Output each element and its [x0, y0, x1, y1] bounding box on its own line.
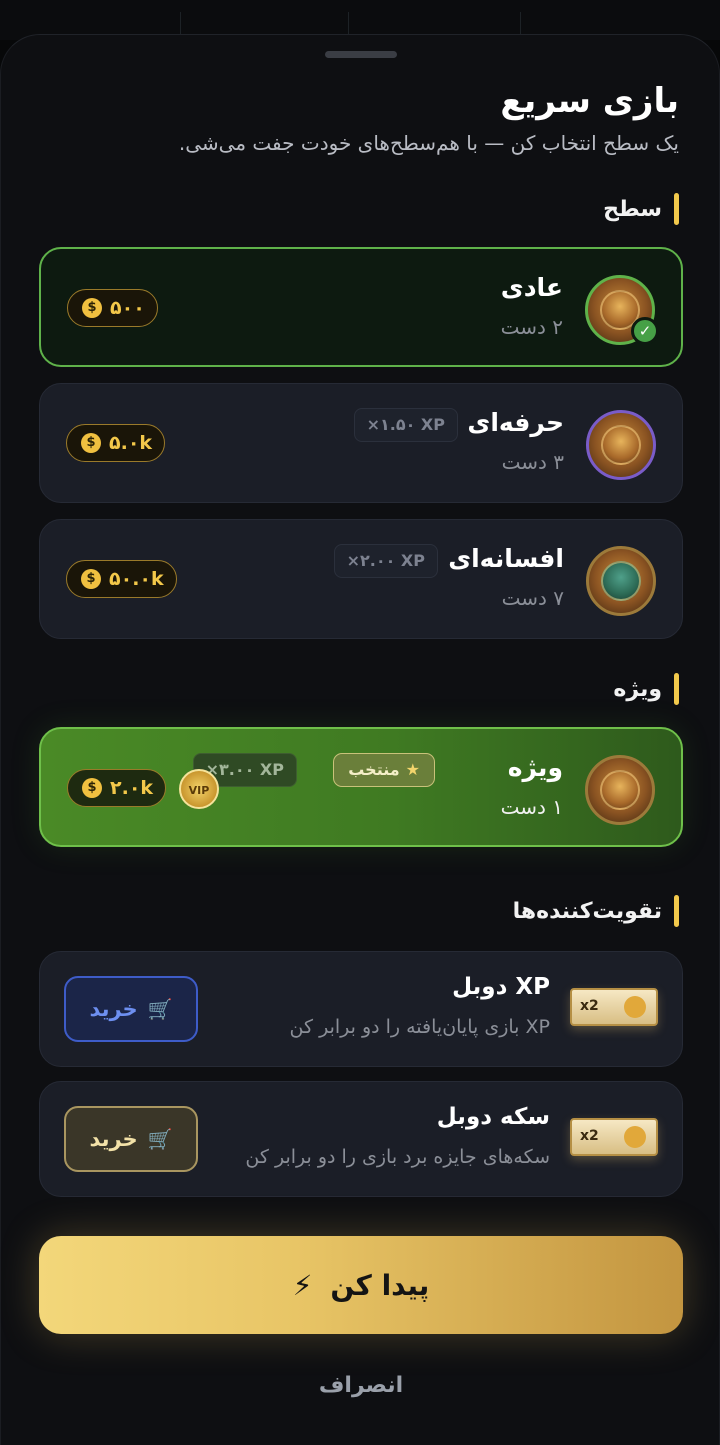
cart-plus-icon: 🛒: [147, 997, 173, 1021]
level-name: ویژه: [507, 753, 563, 782]
xp-multiplier-chip: ×۲.۰۰ XP: [333, 544, 438, 578]
cancel-button[interactable]: انصراف: [1, 1373, 720, 1398]
entry-fee-pill: $ ۵۰۰: [67, 289, 158, 327]
booster-description: سکه‌های جایزه برد بازی را دو برابر کن: [245, 1146, 550, 1168]
level-hands: ۱ دست: [500, 795, 563, 819]
section-accent-bar: [674, 193, 679, 225]
entry-fee-pill: $ ۵.۰k: [66, 424, 166, 462]
entry-fee-value: ۲.۰k: [110, 777, 154, 799]
section-accent-bar: [674, 673, 679, 705]
background-divider: [348, 12, 349, 34]
featured-badge: ★ منتخب: [333, 753, 435, 787]
entry-fee-pill: $ ۵۰.۰k: [66, 560, 177, 598]
background-divider: [180, 12, 181, 34]
background-divider: [520, 12, 521, 34]
double-xp-ticket-icon: x2: [570, 988, 658, 1026]
buy-double-xp-button[interactable]: 🛒 خرید: [64, 976, 198, 1042]
sparkle-icon: [624, 996, 646, 1018]
quick-game-sheet: بازی سریع یک سطح انتخاب کن — با هم‌سطح‌ه…: [0, 34, 720, 1445]
level-name: افسانه‌ای: [448, 544, 564, 573]
avatar-emblem: [600, 770, 640, 810]
level-avatar: [586, 410, 656, 480]
section-label: ویژه: [613, 676, 662, 702]
avatar-emblem: [601, 425, 641, 465]
dollar-coin-icon: $: [82, 298, 102, 318]
vip-badge-icon: VIP: [179, 769, 219, 809]
level-avatar: [586, 546, 656, 616]
booster-description: XP بازی پایان‌یافته را دو برابر کن: [289, 1016, 550, 1038]
level-name: عادی: [500, 273, 563, 302]
double-coins-ticket-icon: x2: [570, 1118, 658, 1156]
coins-stack-icon: [624, 1126, 646, 1148]
entry-fee-value: ۵۰۰: [110, 297, 145, 319]
section-header-boosters: تقویت‌کننده‌ها: [513, 895, 679, 927]
level-card-normal[interactable]: ✓ عادی ۲ دست $ ۵۰۰: [39, 247, 683, 367]
level-hands: ۷ دست: [501, 586, 564, 610]
section-label: تقویت‌کننده‌ها: [512, 898, 662, 924]
buy-double-coins-button[interactable]: 🛒 خرید: [64, 1106, 198, 1172]
ticket-label: x2: [580, 998, 599, 1014]
section-header-special: ویژه: [613, 673, 679, 705]
buy-label: خرید: [89, 997, 138, 1021]
booster-card-double-coins: x2 سکه دوبل سکه‌های جایزه برد بازی را دو…: [39, 1081, 683, 1197]
level-card-pro[interactable]: حرفه‌ای ۳ دست ×۱.۵۰ XP $ ۵.۰k: [39, 383, 683, 503]
section-header-level: سطح: [603, 193, 679, 225]
check-icon: ✓: [631, 317, 659, 345]
find-label: پیدا کن: [330, 1268, 430, 1302]
level-hands: ۳ دست: [501, 450, 564, 474]
section-label: سطح: [603, 196, 662, 222]
booster-card-double-xp: x2 XP دوبل XP بازی پایان‌یافته را دو برا…: [39, 951, 683, 1067]
dollar-coin-icon: $: [82, 778, 102, 798]
entry-fee-pill: $ ۲.۰k: [67, 769, 167, 807]
entry-fee-value: ۵۰.۰k: [109, 568, 164, 590]
featured-label: منتخب: [348, 760, 400, 779]
dollar-coin-icon: $: [81, 433, 101, 453]
level-card-legendary[interactable]: افسانه‌ای ۷ دست ×۲.۰۰ XP $ ۵۰.۰k: [39, 519, 683, 639]
booster-name: XP دوبل: [452, 974, 550, 1000]
sheet-title: بازی سریع: [500, 81, 679, 121]
level-avatar: [585, 755, 655, 825]
xp-multiplier-chip: ×۱.۵۰ XP: [353, 408, 458, 442]
star-icon: ★: [405, 760, 420, 779]
cart-plus-icon: 🛒: [147, 1127, 173, 1151]
dollar-coin-icon: $: [81, 569, 101, 589]
avatar-emblem: [601, 561, 641, 601]
section-accent-bar: [674, 895, 679, 927]
level-name: حرفه‌ای: [467, 408, 564, 437]
level-card-vip[interactable]: ویژه ۱ دست ★منتخب ×۳.۰۰ XP VIP $ ۲.۰k: [39, 727, 683, 847]
entry-fee-value: ۵.۰k: [109, 432, 153, 454]
level-hands: ۲ دست: [500, 315, 563, 339]
buy-label: خرید: [89, 1127, 138, 1151]
sheet-subtitle: یک سطح انتخاب کن — با هم‌سطح‌های خودت جف…: [178, 131, 679, 155]
booster-name: سکه دوبل: [436, 1104, 550, 1130]
ticket-label: x2: [580, 1128, 599, 1144]
sheet-drag-handle[interactable]: [325, 51, 397, 58]
find-match-button[interactable]: پیدا کن ⚡: [39, 1236, 683, 1334]
lightning-icon: ⚡: [292, 1268, 313, 1302]
